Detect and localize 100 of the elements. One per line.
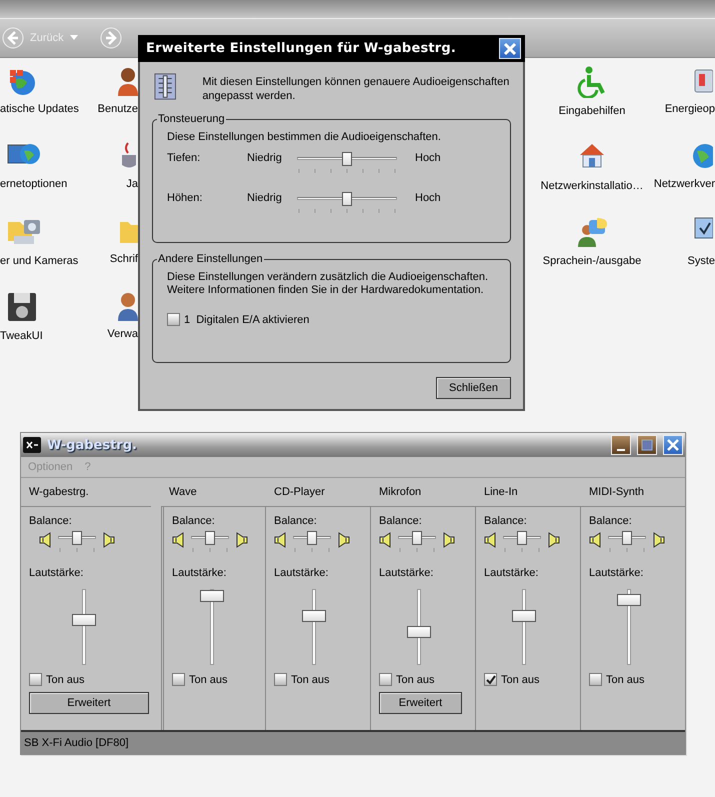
- control-panel-item[interactable]: TweakUI: [0, 330, 43, 342]
- slider-thumb[interactable]: [512, 610, 536, 622]
- control-panel-item[interactable]: er und Kameras: [0, 255, 78, 267]
- low-label: Niedrig: [247, 152, 283, 164]
- slider[interactable]: [58, 531, 96, 545]
- mixer-title: W-gabestrg.: [47, 438, 138, 452]
- tick-marks: [58, 545, 96, 553]
- slider-thumb[interactable]: [342, 192, 352, 206]
- volume-label: Lautstärke:: [379, 567, 434, 579]
- person-icon: [116, 291, 138, 321]
- slider-thumb[interactable]: [342, 152, 352, 166]
- advanced-button[interactable]: Erweitert: [379, 692, 462, 714]
- close-button[interactable]: [663, 435, 683, 455]
- mute-label[interactable]: Ton aus: [46, 674, 85, 686]
- volume-label: Lautstärke:: [172, 567, 228, 579]
- control-panel-item[interactable]: Benutze: [98, 103, 138, 115]
- volume-slider[interactable]: [200, 589, 224, 665]
- slider[interactable]: [191, 531, 229, 545]
- checkbox[interactable]: [274, 673, 287, 686]
- volume-label: Lautstärke:: [29, 567, 84, 579]
- checkbox[interactable]: [167, 313, 180, 326]
- volume-slider[interactable]: [617, 589, 641, 665]
- maximize-icon: [641, 439, 653, 451]
- wheelchair-icon: [577, 66, 607, 98]
- checkbox[interactable]: [589, 673, 602, 686]
- checkbox-label[interactable]: 1 Digitalen E/A aktivieren: [184, 314, 310, 326]
- high-label: Hoch: [415, 152, 442, 164]
- checkbox[interactable]: [172, 673, 185, 686]
- low-label: Niedrig: [247, 192, 283, 204]
- volume-slider[interactable]: [512, 589, 536, 665]
- slider-thumb[interactable]: [622, 531, 632, 545]
- checkbox[interactable]: [29, 673, 42, 686]
- slider-thumb[interactable]: [412, 531, 422, 545]
- mute-label[interactable]: Ton aus: [501, 674, 540, 686]
- slider[interactable]: [297, 192, 397, 206]
- minimize-button[interactable]: [611, 435, 631, 455]
- channel-name: Line-In: [484, 486, 518, 498]
- slider-thumb[interactable]: [200, 590, 224, 602]
- speaker-icon: [102, 532, 115, 548]
- tick-marks: [191, 545, 229, 553]
- control-panel-item[interactable]: Netzwerkver: [654, 178, 715, 190]
- maximize-button[interactable]: [637, 435, 657, 455]
- control-panel-item[interactable]: Syste: [687, 255, 715, 267]
- mute-label[interactable]: Ton aus: [189, 674, 228, 686]
- group-description: Diese Einstellungen verändern zusätzlich die Audioeigenschaften. Weitere Informationen finden Sie in der Hardwaredokumentation.: [167, 271, 490, 297]
- tick-marks: [608, 545, 646, 553]
- speaker-icon: [589, 532, 602, 548]
- slider-thumb[interactable]: [205, 531, 215, 545]
- advanced-button[interactable]: Erweitert: [29, 692, 149, 714]
- slider[interactable]: [608, 531, 646, 545]
- control-panel-item[interactable]: atische Updates: [0, 103, 79, 115]
- slider-thumb[interactable]: [72, 531, 82, 545]
- control-panel-item[interactable]: Schrif: [110, 253, 138, 265]
- mute-label[interactable]: Ton aus: [291, 674, 330, 686]
- high-label: Hoch: [415, 192, 442, 204]
- close-dialog-button[interactable]: Schließen: [436, 377, 511, 399]
- control-panel-item[interactable]: ernetoptionen: [0, 178, 68, 190]
- slider-thumb[interactable]: [617, 594, 641, 606]
- control-panel-item[interactable]: Eingabehilfen: [558, 105, 626, 117]
- channel-name: MIDI-Synth: [589, 486, 644, 498]
- control-panel-item[interactable]: Ja: [126, 178, 138, 190]
- slider[interactable]: [398, 531, 436, 545]
- slider-thumb[interactable]: [72, 614, 96, 626]
- slider-label: Tiefen:: [167, 152, 202, 164]
- tick-marks: [398, 545, 436, 553]
- balance-label: Balance:: [172, 515, 216, 527]
- slider-thumb[interactable]: [302, 610, 326, 622]
- slider-thumb[interactable]: [407, 626, 431, 638]
- checkbox[interactable]: [379, 673, 392, 686]
- control-panel-item[interactable]: Sprachein-/ausgabe: [542, 255, 642, 267]
- tick-marks: [293, 545, 331, 553]
- globe-icon: [691, 141, 713, 171]
- mute-label[interactable]: Ton aus: [396, 674, 435, 686]
- balance-label: Balance:: [379, 515, 423, 527]
- slider[interactable]: [293, 531, 331, 545]
- speaker-icon: [337, 532, 350, 548]
- slider-thumb[interactable]: [517, 531, 527, 545]
- volume-label: Lautstärke:: [274, 567, 330, 579]
- control-panel-item[interactable]: Verwa: [107, 328, 138, 340]
- volume-label: Lautstärke:: [589, 567, 644, 579]
- balance-label: Balance:: [589, 515, 633, 527]
- people-icon: [575, 216, 609, 248]
- slider[interactable]: [503, 531, 541, 545]
- mute-label[interactable]: Ton aus: [606, 674, 645, 686]
- volume-slider[interactable]: [407, 589, 431, 665]
- tick-marks: [503, 545, 541, 553]
- control-panel-item[interactable]: Netzwerkinstallatio…: [540, 180, 644, 192]
- close-button[interactable]: [499, 38, 521, 59]
- speaker-icon: [235, 532, 248, 548]
- app-logo-icon: [23, 437, 41, 453]
- slider[interactable]: [297, 152, 397, 166]
- close-icon: [667, 439, 679, 451]
- control-panel-item[interactable]: Energieop: [664, 103, 715, 115]
- person-icon: [116, 66, 138, 96]
- volume-slider[interactable]: [302, 589, 326, 665]
- volume-slider[interactable]: [72, 589, 96, 665]
- channel-name: W-gabestrg.: [29, 486, 89, 498]
- speaker-icon: [547, 532, 560, 548]
- slider-thumb[interactable]: [307, 531, 317, 545]
- checkbox[interactable]: [484, 673, 497, 686]
